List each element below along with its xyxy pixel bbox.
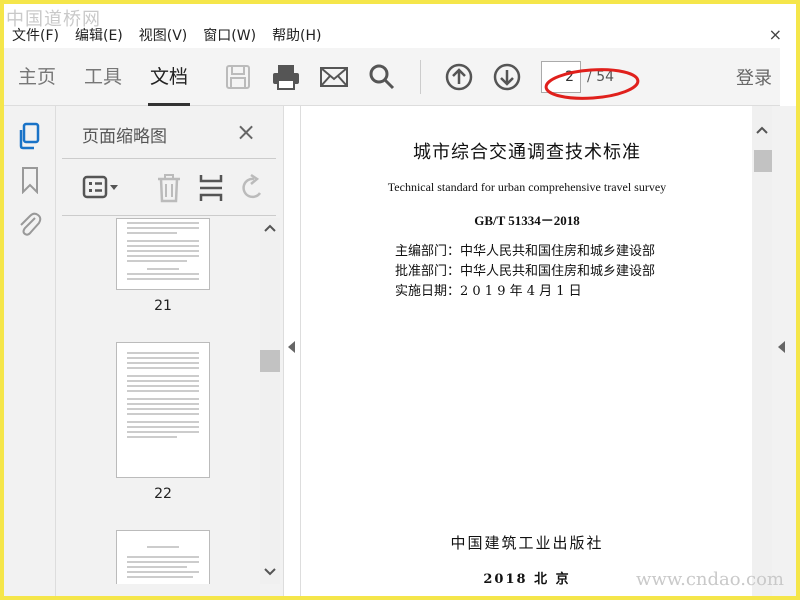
watermark-bottom: www.cndao.com [636, 569, 784, 590]
extract-icon[interactable] [198, 173, 224, 207]
document-info-line: 实施日期：2 0 1 9 年 4 月 1 日 [395, 284, 582, 299]
page-thumbnail[interactable] [116, 218, 210, 290]
document-scrollbar[interactable] [752, 106, 772, 596]
collapse-left-icon[interactable] [286, 340, 298, 354]
options-menu-icon[interactable] [82, 175, 120, 205]
scroll-down-icon[interactable] [260, 562, 280, 582]
scroll-up-icon[interactable] [260, 218, 280, 238]
page-thumbnail[interactable] [116, 342, 210, 478]
attachment-icon[interactable] [4, 202, 56, 246]
right-sidebar [772, 106, 796, 596]
menu-bar: 文件(F) 编辑(E) 视图(V) 窗口(W) 帮助(H) × [4, 22, 796, 48]
tab-tools[interactable]: 工具 [70, 48, 136, 106]
annotation-ellipse [544, 68, 640, 100]
page-thumbnails-icon[interactable] [4, 114, 56, 158]
toolbar: 主页 工具 文档 2 / 54 登录 [4, 48, 780, 106]
app-window: 中国道桥网 www.cndao.com 文件(F) 编辑(E) 视图(V) 窗口… [4, 4, 796, 596]
page-thumbnail[interactable] [116, 530, 210, 584]
panel-title: 页面缩略图 [82, 127, 167, 147]
document-english-title: Technical standard for urban comprehensi… [387, 180, 667, 194]
delete-icon[interactable] [156, 173, 182, 207]
scrollbar-thumb[interactable] [260, 350, 280, 372]
scroll-up-icon[interactable] [752, 120, 772, 140]
menu-window[interactable]: 窗口(W) [195, 25, 264, 45]
tab-document[interactable]: 文档 [136, 48, 202, 106]
menu-view[interactable]: 视图(V) [131, 25, 196, 45]
watermark-top: 中国道桥网 [6, 9, 101, 30]
document-title: 城市综合交通调查技术标准 [413, 142, 641, 163]
menu-help[interactable]: 帮助(H) [264, 25, 329, 45]
document-code: GB/T 51334－2018 [474, 213, 580, 228]
email-icon[interactable] [314, 57, 354, 97]
expand-right-panel-icon[interactable] [776, 340, 788, 354]
panel-toolbar [62, 158, 276, 216]
bookmark-icon[interactable] [4, 158, 56, 202]
document-publisher: 中国建筑工业出版社 [450, 534, 604, 552]
thumbnail-scrollbar[interactable] [260, 218, 280, 584]
scrollbar-thumb[interactable] [754, 150, 772, 172]
thumbnail-list: 21 22 [56, 218, 266, 584]
thumbnails-panel: 页面缩略图 × 21 22 [56, 106, 284, 596]
print-icon[interactable] [266, 57, 306, 97]
search-icon[interactable] [362, 57, 402, 97]
close-document-button[interactable]: × [769, 25, 782, 44]
panel-close-button[interactable]: × [236, 118, 256, 146]
document-view: 城市综合交通调查技术标准 Technical standard for urba… [300, 106, 752, 596]
page-down-icon[interactable] [487, 57, 527, 97]
document-info-line: 批准部门：中华人民共和国住房和城乡建设部 [395, 264, 656, 279]
save-icon[interactable] [218, 57, 258, 97]
toolbar-separator [420, 59, 422, 94]
page-up-icon[interactable] [439, 57, 479, 97]
left-sidebar [4, 106, 56, 596]
thumbnail-label: 21 [154, 298, 172, 314]
login-button[interactable]: 登录 [736, 64, 772, 90]
document-info-line: 主编部门：中华人民共和国住房和城乡建设部 [395, 244, 656, 259]
thumbnail-label: 22 [154, 486, 172, 502]
tab-home[interactable]: 主页 [4, 48, 70, 106]
rotate-icon[interactable] [238, 173, 266, 207]
